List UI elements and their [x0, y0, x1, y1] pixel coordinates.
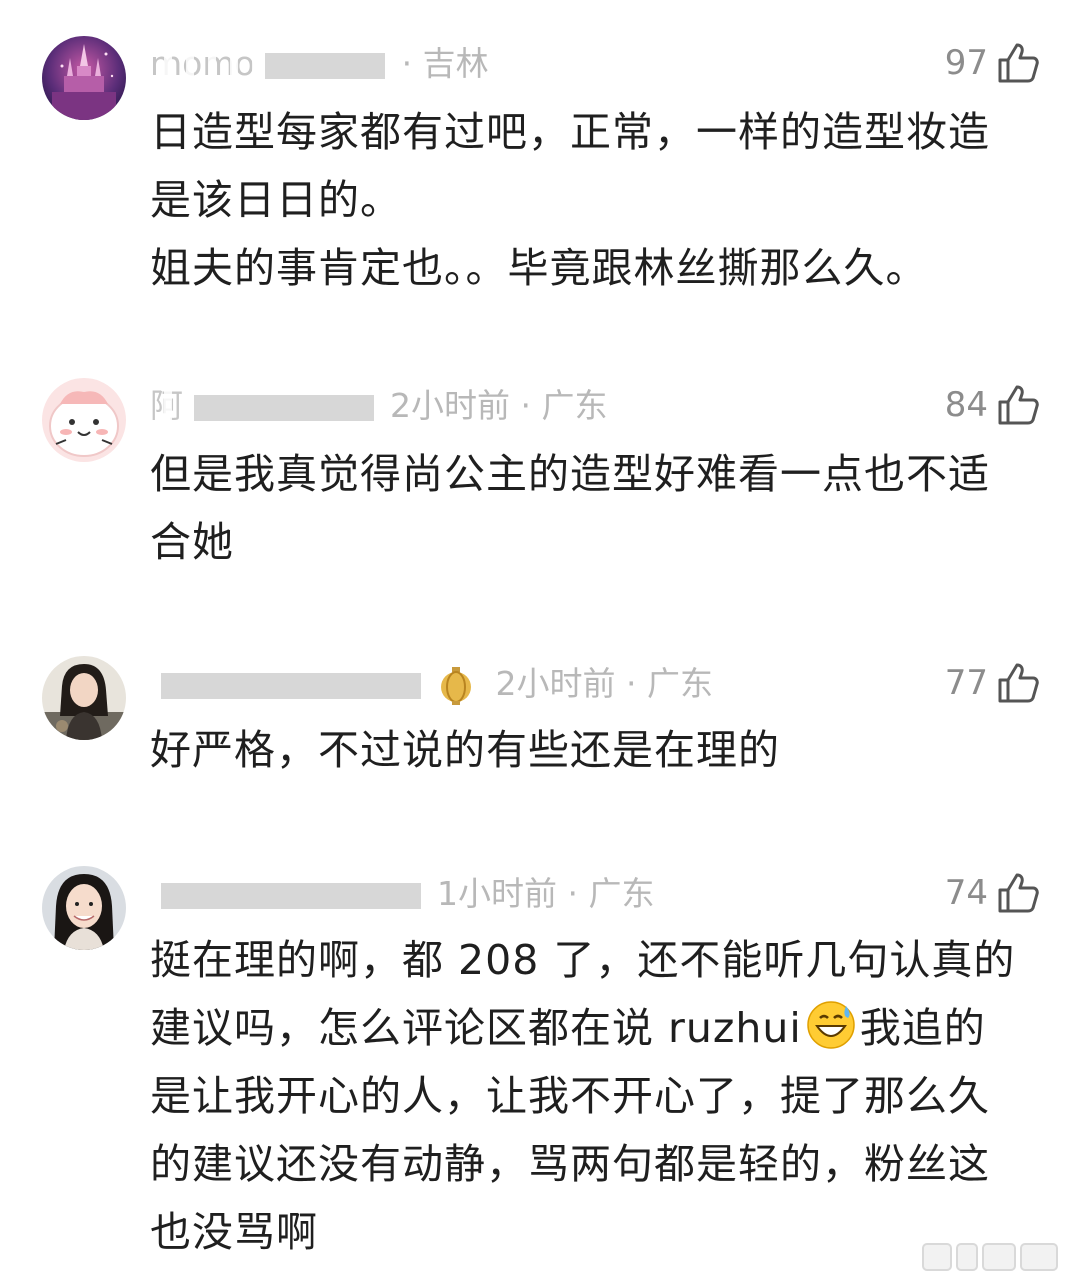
location: · 广东	[567, 874, 655, 913]
like-count: 84	[944, 385, 988, 425]
comment-line: 好严格，不过说的有些还是在理的	[150, 726, 780, 774]
watermark	[922, 1243, 1058, 1271]
watermark-block	[982, 1243, 1016, 1271]
comment-line: 是让我开心的人，让我不开心了，提了那么久	[150, 1072, 990, 1120]
post-time: 2小时前	[390, 386, 510, 425]
comment-line-part: 我追的	[859, 1004, 986, 1052]
avatar[interactable]	[42, 36, 126, 120]
badge-icon	[439, 666, 473, 705]
comment-text: 但是我真觉得尚公主的造型好难看一点也不适 合她	[150, 440, 1040, 576]
location: · 广东	[520, 386, 608, 425]
comment-line-part: 建议吗，怎么评论区都在说 ruzhui	[150, 1004, 802, 1052]
watermark-block	[956, 1243, 978, 1271]
avatar[interactable]	[42, 866, 126, 950]
comment-meta: 阿 2小时前 · 广东	[150, 384, 607, 428]
nickname-mosaic	[160, 672, 421, 699]
comment-line: 姐夫的事肯定也。。毕竟跟林丝撕那么久。	[150, 244, 928, 292]
like-count: 97	[944, 43, 988, 83]
grinning-sweat-emoji-icon	[807, 1001, 855, 1049]
thumbs-up-icon	[998, 385, 1039, 425]
like-button[interactable]: 84	[945, 380, 1040, 430]
comment-text: 日造型每家都有过吧，正常，一样的造型妆造 是该日日的。 姐夫的事肯定也。。毕竟跟…	[150, 98, 1040, 302]
comment-text: 挺在理的啊，都 208 了，还不能听几句认真的 建议吗，怎么评论区都在说 ruz…	[150, 926, 1040, 1266]
like-button[interactable]: 77	[945, 658, 1040, 708]
comment-line: 合她	[150, 518, 234, 566]
comment-line: 挺在理的啊，都 208 了，还不能听几句认真的	[150, 936, 1016, 984]
comment-meta: momo · 吉林	[150, 42, 489, 86]
nickname-mosaic	[160, 882, 421, 909]
comment-text: 好严格，不过说的有些还是在理的	[150, 716, 1040, 784]
comment-line: 也没骂啊	[150, 1208, 318, 1256]
comment-line: 是该日日的。	[150, 176, 402, 224]
post-time: 2小时前	[495, 664, 616, 703]
watermark-block	[1020, 1243, 1058, 1271]
like-count: 77	[944, 663, 988, 703]
location: · 吉林	[401, 44, 489, 83]
avatar[interactable]	[42, 378, 126, 462]
location: · 广东	[626, 664, 713, 703]
like-count: 74	[944, 873, 988, 913]
thumbs-up-icon	[998, 663, 1039, 703]
comment-line: 的建议还没有动静，骂两句都是轻的，粉丝这	[150, 1140, 990, 1188]
like-button[interactable]: 97	[945, 38, 1040, 88]
comment-meta: 1小时前 · 广东	[150, 872, 654, 916]
nickname-mosaic	[193, 394, 374, 421]
thumbs-up-icon	[998, 873, 1039, 913]
watermark-block	[922, 1243, 952, 1271]
post-time: 1小时前	[437, 874, 557, 913]
thumbs-up-icon	[998, 43, 1039, 83]
nickname-mosaic	[265, 52, 386, 79]
comment-meta: 2小时前 · 广东	[150, 662, 713, 706]
nickname[interactable]: 阿	[150, 384, 183, 428]
comment-line: 但是我真觉得尚公主的造型好难看一点也不适	[150, 450, 990, 498]
avatar[interactable]	[42, 656, 126, 740]
comment-line: 建议吗，怎么评论区都在说 ruzhui 我追的	[150, 994, 1040, 1062]
comment-line: 日造型每家都有过吧，正常，一样的造型妆造	[150, 108, 990, 156]
nickname[interactable]: momo	[150, 42, 255, 86]
like-button[interactable]: 74	[945, 868, 1040, 918]
